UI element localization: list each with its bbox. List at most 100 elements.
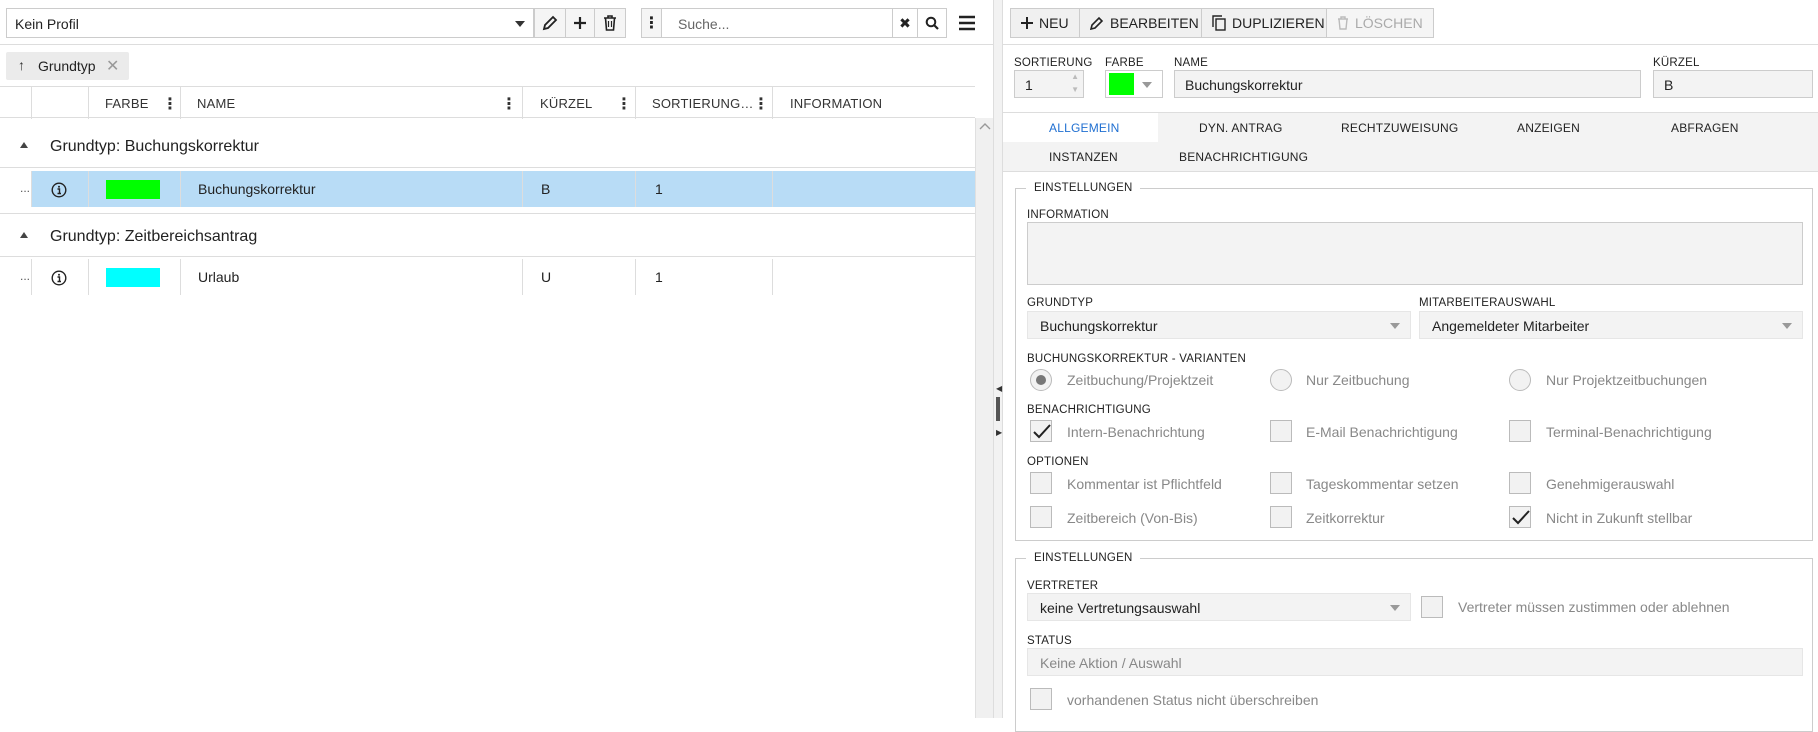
checkbox-intern[interactable] <box>1030 420 1052 442</box>
short-field[interactable]: B <box>1653 70 1813 98</box>
chevron-down-icon <box>1782 323 1792 329</box>
info-cell[interactable] <box>31 259 88 295</box>
new-button[interactable]: NEU <box>1010 8 1080 38</box>
pencil-icon <box>542 15 558 31</box>
vertreter-select[interactable]: keine Vertretungsauswahl <box>1027 593 1411 621</box>
duplicate-button[interactable]: DUPLIZIEREN <box>1201 8 1336 38</box>
header-farbe[interactable]: FARBE ⋮ <box>88 87 180 119</box>
checkbox-kommentar-pflicht[interactable] <box>1030 472 1052 494</box>
collapse-left-icon[interactable]: ◀ <box>996 384 1002 393</box>
search-input[interactable]: Suche... <box>661 8 893 38</box>
info-icon[interactable] <box>51 182 67 198</box>
tab-bar: ALLGEMEIN DYN. ANTRAG RECHTZUWEISUNG ANZ… <box>1003 112 1818 172</box>
tab-anzeigen[interactable]: ANZEIGEN <box>1517 121 1580 135</box>
group-row[interactable]: Grundtyp: Buchungskorrektur <box>0 124 975 168</box>
chevron-down-icon <box>1142 82 1152 88</box>
name-field[interactable]: Buchungskorrektur <box>1174 70 1641 98</box>
tab-rechtzuweisung[interactable]: RECHTZUWEISUNG <box>1341 121 1458 135</box>
checkbox-zeitbereich[interactable] <box>1030 506 1052 528</box>
short-value: B <box>541 181 551 197</box>
tab-benachrichtigung[interactable]: BENACHRICHTIGUNG <box>1179 150 1308 164</box>
group-row[interactable]: Grundtyp: Zeitbereichsantrag <box>0 213 975 257</box>
radio-nur-projektzeitbuchungen[interactable] <box>1509 369 1531 391</box>
radio-label: Nur Zeitbuchung <box>1306 372 1410 388</box>
mitarbeiter-select[interactable]: Angemeldeter Mitarbeiter <box>1419 311 1803 339</box>
color-cell <box>88 171 180 207</box>
checkbox-genehmigerauswahl[interactable] <box>1509 472 1531 494</box>
name-label: NAME <box>1174 57 1209 69</box>
more-vertical-icon[interactable]: ⋮ <box>616 94 632 114</box>
profile-select[interactable]: Kein Profil <box>6 8 534 38</box>
mitarbeiter-label: MITARBEITERAUSWAHL <box>1419 297 1556 309</box>
vertreter-value: keine Vertretungsauswahl <box>1040 600 1201 616</box>
delete-profile-button[interactable] <box>594 8 626 38</box>
checkbox-nicht-in-zukunft[interactable] <box>1509 506 1531 528</box>
tab-allgemein[interactable]: ALLGEMEIN <box>1003 113 1158 142</box>
header-information[interactable]: INFORMATION <box>772 87 975 119</box>
info-cell[interactable] <box>31 171 88 207</box>
hamburger-menu-button[interactable] <box>958 14 976 32</box>
color-picker[interactable] <box>1105 70 1163 98</box>
short-cell: B <box>522 171 635 207</box>
scroll-up-icon[interactable] <box>979 122 991 130</box>
checkbox-zeitkorrektur[interactable] <box>1270 506 1292 528</box>
header-name[interactable]: NAME ⋮ <box>180 87 522 119</box>
table-row[interactable]: ... Urlaub U 1 <box>0 259 975 295</box>
tab-instanzen[interactable]: INSTANZEN <box>1049 150 1118 164</box>
remove-group-icon[interactable]: ✕ <box>106 56 119 76</box>
collapse-triangle-icon[interactable] <box>20 232 28 238</box>
trash-icon <box>604 15 616 31</box>
edit-profile-button[interactable] <box>534 8 566 38</box>
checkbox-status-nicht-ueberschreiben[interactable] <box>1030 688 1052 710</box>
checkbox-label: Terminal-Benachrichtigung <box>1546 424 1712 440</box>
info-icon[interactable] <box>51 270 67 286</box>
more-vertical-icon[interactable]: ⋮ <box>501 94 517 114</box>
pane-splitter[interactable]: ◀ ▶ <box>993 0 1003 718</box>
grundtyp-select[interactable]: Buchungskorrektur <box>1027 311 1411 339</box>
info-text-cell <box>772 171 975 207</box>
radio-zeitbuchung-projektzeit[interactable] <box>1030 369 1052 391</box>
checkbox-tageskommentar[interactable] <box>1270 472 1292 494</box>
vertical-scrollbar[interactable] <box>975 118 993 718</box>
checkbox-terminal[interactable] <box>1509 420 1531 442</box>
information-field[interactable] <box>1027 222 1803 285</box>
sort-cell: 1 <box>635 171 772 207</box>
copy-icon <box>1212 15 1226 31</box>
header-kuerzel-label: KÜRZEL <box>540 96 593 111</box>
stepper-up-icon[interactable]: ▲ <box>1071 72 1079 81</box>
short-label: KÜRZEL <box>1653 57 1700 69</box>
edit-button-label: BEARBEITEN <box>1110 15 1199 31</box>
tab-abfragen[interactable]: ABFRAGEN <box>1671 121 1739 135</box>
chevron-down-icon <box>1390 323 1400 329</box>
add-profile-button[interactable] <box>565 8 595 38</box>
header-sortierung[interactable]: SORTIERUNG… ⋮ <box>635 87 772 119</box>
search-button[interactable] <box>917 8 947 38</box>
radio-nur-zeitbuchung[interactable] <box>1270 369 1292 391</box>
sort-stepper[interactable]: 1 ▲ ▼ <box>1014 70 1084 98</box>
trash-icon <box>1338 16 1348 30</box>
radio-label: Nur Projektzeitbuchungen <box>1546 372 1708 388</box>
stepper-down-icon[interactable]: ▼ <box>1071 85 1079 94</box>
short-value: B <box>1664 77 1674 93</box>
collapse-right-icon[interactable]: ▶ <box>996 428 1002 437</box>
checkbox-vertreter-zustimmen[interactable] <box>1421 596 1443 618</box>
edit-button[interactable]: BEARBEITEN <box>1079 8 1210 38</box>
more-vertical-icon[interactable]: ⋮ <box>162 94 178 114</box>
column-menu-button[interactable]: ⋮ <box>641 8 662 38</box>
checkbox-label: Vertreter müssen zustimmen oder ablehnen <box>1458 599 1730 615</box>
short-cell: U <box>522 259 635 295</box>
delete-button[interactable]: LÖSCHEN <box>1326 8 1434 38</box>
collapse-triangle-icon[interactable] <box>20 142 28 148</box>
clear-search-button[interactable]: ✖ <box>892 8 918 38</box>
splitter-grip[interactable] <box>996 397 1000 421</box>
more-vertical-icon[interactable]: ⋮ <box>753 94 769 114</box>
tab-dyn-antrag[interactable]: DYN. ANTRAG <box>1199 121 1283 135</box>
table-row[interactable]: ... Buchungskorrektur B 1 <box>0 171 975 207</box>
checkbox-label: Zeitkorrektur <box>1306 510 1385 526</box>
group-chip[interactable]: ↑ Grundtyp ✕ <box>6 52 129 80</box>
status-field[interactable]: Keine Aktion / Auswahl <box>1027 648 1803 676</box>
optionen-label: OPTIONEN <box>1027 456 1089 468</box>
header-kuerzel[interactable]: KÜRZEL ⋮ <box>522 87 635 119</box>
checkbox-email[interactable] <box>1270 420 1292 442</box>
checkbox-label: Genehmigerauswahl <box>1546 476 1675 492</box>
